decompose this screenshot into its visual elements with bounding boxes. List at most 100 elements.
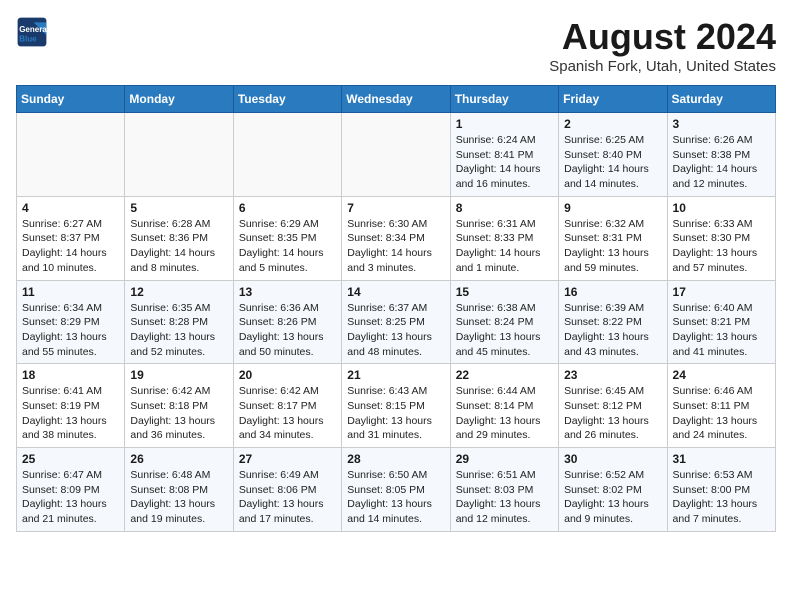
calendar-cell: 27Sunrise: 6:49 AM Sunset: 8:06 PM Dayli… [233,448,341,532]
day-number: 21 [347,368,444,382]
calendar-week-2: 4Sunrise: 6:27 AM Sunset: 8:37 PM Daylig… [17,196,776,280]
day-info: Sunrise: 6:41 AM Sunset: 8:19 PM Dayligh… [22,384,119,443]
calendar-cell: 8Sunrise: 6:31 AM Sunset: 8:33 PM Daylig… [450,196,558,280]
day-number: 25 [22,452,119,466]
day-info: Sunrise: 6:38 AM Sunset: 8:24 PM Dayligh… [456,301,553,360]
calendar-cell: 9 Sunrise: 6:32 AM Sunset: 8:31 PM Daylig… [559,196,667,280]
calendar-cell [125,113,233,197]
weekday-header-friday: Friday [559,86,667,113]
day-number: 7 [347,201,444,215]
day-info: Sunrise: 6:24 AM Sunset: 8:41 PM Dayligh… [456,133,553,192]
weekday-header-thursday: Thursday [450,86,558,113]
calendar-cell: 24Sunrise: 6:46 AM Sunset: 8:11 PM Dayli… [667,364,775,448]
weekday-header-wednesday: Wednesday [342,86,450,113]
day-info: Sunrise: 6:27 AM Sunset: 8:37 PM Dayligh… [22,217,119,276]
calendar-cell: 6Sunrise: 6:29 AM Sunset: 8:35 PM Daylig… [233,196,341,280]
calendar-cell: 18 Sunrise: 6:41 AM Sunset: 8:19 PM Dayli… [17,364,125,448]
day-number: 9 [564,201,661,215]
day-info: Sunrise: 6:47 AM Sunset: 8:09 PM Dayligh… [22,468,119,527]
calendar-cell: 16Sunrise: 6:39 AM Sunset: 8:22 PM Dayli… [559,280,667,364]
calendar-cell: 13 Sunrise: 6:36 AM Sunset: 8:26 PM Dayli… [233,280,341,364]
day-info: Sunrise: 6:51 AM Sunset: 8:03 PM Dayligh… [456,468,553,527]
calendar-cell: 19 Sunrise: 6:42 AM Sunset: 8:18 PM Dayli… [125,364,233,448]
day-info: Sunrise: 6:50 AM Sunset: 8:05 PM Dayligh… [347,468,444,527]
day-number: 30 [564,452,661,466]
calendar-week-4: 18 Sunrise: 6:41 AM Sunset: 8:19 PM Dayli… [17,364,776,448]
svg-text:General: General [19,25,48,34]
day-number: 23 [564,368,661,382]
day-number: 6 [239,201,336,215]
calendar-cell: 11Sunrise: 6:34 AM Sunset: 8:29 PM Dayli… [17,280,125,364]
day-number: 26 [130,452,227,466]
day-number: 2 [564,117,661,131]
day-info: Sunrise: 6:31 AM Sunset: 8:33 PM Dayligh… [456,217,553,276]
calendar-week-3: 11Sunrise: 6:34 AM Sunset: 8:29 PM Dayli… [17,280,776,364]
calendar-week-1: 1 Sunrise: 6:24 AM Sunset: 8:41 PM Daylig… [17,113,776,197]
day-info: Sunrise: 6:33 AM Sunset: 8:30 PM Dayligh… [673,217,770,276]
calendar-cell: 21 Sunrise: 6:43 AM Sunset: 8:15 PM Dayli… [342,364,450,448]
day-number: 3 [673,117,770,131]
day-number: 15 [456,285,553,299]
day-info: Sunrise: 6:36 AM Sunset: 8:26 PM Dayligh… [239,301,336,360]
day-number: 14 [347,285,444,299]
calendar-cell: 31Sunrise: 6:53 AM Sunset: 8:00 PM Dayli… [667,448,775,532]
day-number: 1 [456,117,553,131]
calendar-cell: 4Sunrise: 6:27 AM Sunset: 8:37 PM Daylig… [17,196,125,280]
calendar-subtitle: Spanish Fork, Utah, United States [549,58,776,75]
calendar-cell: 26 Sunrise: 6:48 AM Sunset: 8:08 PM Dayli… [125,448,233,532]
calendar-cell: 14 Sunrise: 6:37 AM Sunset: 8:25 PM Dayli… [342,280,450,364]
weekday-header-saturday: Saturday [667,86,775,113]
day-info: Sunrise: 6:45 AM Sunset: 8:12 PM Dayligh… [564,384,661,443]
day-number: 13 [239,285,336,299]
calendar-cell [17,113,125,197]
day-number: 28 [347,452,444,466]
day-info: Sunrise: 6:44 AM Sunset: 8:14 PM Dayligh… [456,384,553,443]
day-number: 17 [673,285,770,299]
calendar-cell: 29 Sunrise: 6:51 AM Sunset: 8:03 PM Dayli… [450,448,558,532]
day-number: 22 [456,368,553,382]
day-number: 24 [673,368,770,382]
page-header: General Blue August 2024 Spanish Fork, U… [16,16,776,75]
calendar-cell: 7 Sunrise: 6:30 AM Sunset: 8:34 PM Daylig… [342,196,450,280]
calendar-cell: 28 Sunrise: 6:50 AM Sunset: 8:05 PM Dayli… [342,448,450,532]
title-section: August 2024 Spanish Fork, Utah, United S… [549,16,776,75]
day-number: 12 [130,285,227,299]
calendar-cell: 2 Sunrise: 6:25 AM Sunset: 8:40 PM Daylig… [559,113,667,197]
weekday-header-tuesday: Tuesday [233,86,341,113]
day-info: Sunrise: 6:28 AM Sunset: 8:36 PM Dayligh… [130,217,227,276]
calendar-title: August 2024 [549,16,776,58]
day-info: Sunrise: 6:43 AM Sunset: 8:15 PM Dayligh… [347,384,444,443]
day-number: 19 [130,368,227,382]
calendar-week-5: 25 Sunrise: 6:47 AM Sunset: 8:09 PM Dayli… [17,448,776,532]
day-info: Sunrise: 6:30 AM Sunset: 8:34 PM Dayligh… [347,217,444,276]
weekday-header-sunday: Sunday [17,86,125,113]
calendar-cell [342,113,450,197]
day-number: 29 [456,452,553,466]
weekday-header-monday: Monday [125,86,233,113]
day-info: Sunrise: 6:42 AM Sunset: 8:18 PM Dayligh… [130,384,227,443]
calendar-cell: 25 Sunrise: 6:47 AM Sunset: 8:09 PM Dayli… [17,448,125,532]
day-info: Sunrise: 6:34 AM Sunset: 8:29 PM Dayligh… [22,301,119,360]
calendar-cell [233,113,341,197]
calendar-cell: 30Sunrise: 6:52 AM Sunset: 8:02 PM Dayli… [559,448,667,532]
day-info: Sunrise: 6:40 AM Sunset: 8:21 PM Dayligh… [673,301,770,360]
day-info: Sunrise: 6:48 AM Sunset: 8:08 PM Dayligh… [130,468,227,527]
day-info: Sunrise: 6:42 AM Sunset: 8:17 PM Dayligh… [239,384,336,443]
day-number: 16 [564,285,661,299]
day-number: 31 [673,452,770,466]
calendar-cell: 1 Sunrise: 6:24 AM Sunset: 8:41 PM Daylig… [450,113,558,197]
calendar-cell: 10 Sunrise: 6:33 AM Sunset: 8:30 PM Dayli… [667,196,775,280]
day-info: Sunrise: 6:25 AM Sunset: 8:40 PM Dayligh… [564,133,661,192]
day-info: Sunrise: 6:32 AM Sunset: 8:31 PM Dayligh… [564,217,661,276]
day-info: Sunrise: 6:37 AM Sunset: 8:25 PM Dayligh… [347,301,444,360]
day-number: 10 [673,201,770,215]
calendar-table: SundayMondayTuesdayWednesdayThursdayFrid… [16,85,776,532]
day-number: 5 [130,201,227,215]
logo-icon: General Blue [16,16,48,48]
day-number: 18 [22,368,119,382]
logo: General Blue [16,16,48,48]
calendar-cell: 20Sunrise: 6:42 AM Sunset: 8:17 PM Dayli… [233,364,341,448]
calendar-cell: 3Sunrise: 6:26 AM Sunset: 8:38 PM Daylig… [667,113,775,197]
weekday-header-row: SundayMondayTuesdayWednesdayThursdayFrid… [17,86,776,113]
calendar-cell: 17 Sunrise: 6:40 AM Sunset: 8:21 PM Dayli… [667,280,775,364]
